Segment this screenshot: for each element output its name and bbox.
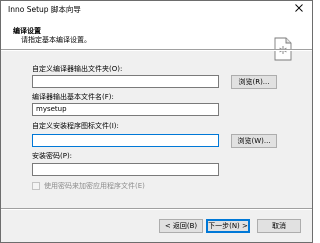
wizard-window: Inno Setup 脚本向导 编译设置 请指定基本编译设置。 自定义编译器输出… [0, 0, 313, 243]
setup-icon-input[interactable] [32, 134, 219, 147]
output-folder-label: 自定义编译器输出文件夹(O): [32, 65, 123, 73]
output-basename-label: 编译器输出基本文件名(F): [32, 93, 114, 101]
close-icon [295, 4, 303, 14]
window-title: Inno Setup 脚本向导 [8, 5, 81, 14]
browse-setup-icon-button[interactable]: 浏览(W)... [231, 134, 277, 148]
page-subtitle: 请指定基本编译设置。 [21, 36, 91, 44]
setup-icon-label: 自定义安装程序图标文件(I): [32, 122, 119, 130]
password-label: 安装密码(P): [32, 152, 73, 160]
footer-separator [1, 208, 312, 210]
close-button[interactable] [286, 1, 312, 17]
title-bar: Inno Setup 脚本向导 [1, 1, 312, 17]
output-basename-input[interactable]: mysetup [32, 103, 219, 116]
encrypt-checkbox-label: 使用密码来加密应用程序文件(E) [44, 182, 145, 190]
cancel-button[interactable]: 取消 [257, 219, 301, 233]
wizard-header: 编译设置 请指定基本编译设置。 [1, 17, 312, 61]
output-folder-input[interactable] [32, 75, 219, 88]
browse-output-folder-button[interactable]: 浏览(R)... [231, 75, 277, 89]
back-button[interactable]: < 返回(B) [159, 219, 203, 233]
encrypt-checkbox[interactable] [32, 182, 40, 190]
encrypt-option[interactable]: 使用密码来加密应用程序文件(E) [32, 181, 145, 191]
next-button[interactable]: 下一步(N) > [206, 219, 250, 233]
password-input[interactable] [32, 163, 219, 176]
header-separator [1, 49, 312, 51]
